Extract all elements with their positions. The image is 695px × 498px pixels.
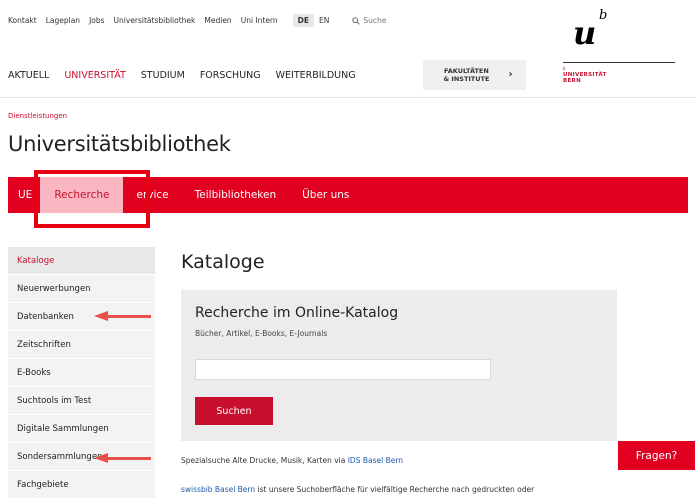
swissbib-text: swissbib Basel Bern ist unsere Suchoberf… xyxy=(181,485,534,494)
faculties-label-line1: FAKULTÄTEN xyxy=(444,67,489,75)
swissbib-link[interactable]: swissbib Basel Bern xyxy=(181,485,255,494)
sidebar-item-e-books[interactable]: E-Books xyxy=(8,359,155,387)
lang-de[interactable]: DE xyxy=(292,14,314,27)
sub-nav-ueber-uns[interactable]: Über uns xyxy=(289,177,362,213)
logo-u: u xyxy=(573,14,597,52)
university-logo[interactable]: u b b UNIVERSITÄT BERN xyxy=(563,4,678,88)
content-title: Kataloge xyxy=(181,251,265,273)
search-icon xyxy=(352,16,361,25)
annotation-arrow-datenbanken xyxy=(94,311,154,321)
top-link-jobs[interactable]: Jobs xyxy=(89,16,104,25)
sub-nav-teilbibliotheken[interactable]: Teilbibliotheken xyxy=(182,177,289,213)
logo-small-b: b xyxy=(563,66,566,71)
site-search xyxy=(352,16,444,25)
faculties-label: FAKULTÄTEN & INSTITUTE xyxy=(436,67,496,83)
main-nav-weiterbildung[interactable]: WEITERBILDUNG xyxy=(276,70,356,81)
main-navigation: AKTUELL UNIVERSITÄT STUDIUM FORSCHUNG WE… xyxy=(8,70,371,81)
main-nav-studium[interactable]: STUDIUM xyxy=(141,70,185,81)
sidebar-item-neuerwerbungen[interactable]: Neuerwerbungen xyxy=(8,275,155,303)
top-link-kontakt[interactable]: Kontakt xyxy=(8,16,37,25)
faculties-button[interactable]: FAKULTÄTEN & INSTITUTE › xyxy=(423,60,526,90)
nav-divider xyxy=(0,97,695,98)
help-button[interactable]: Fragen? xyxy=(618,441,695,470)
catalog-search-panel: Recherche im Online-Katalog Bücher, Arti… xyxy=(181,290,617,441)
sidebar-item-fachgebiete[interactable]: Fachgebiete xyxy=(8,471,155,498)
panel-subtitle: Bücher, Artikel, E-Books, E-Journals xyxy=(195,329,328,338)
sidebar-item-digitale-sammlungen[interactable]: Digitale Sammlungen xyxy=(8,415,155,443)
main-nav-universitaet[interactable]: UNIVERSITÄT xyxy=(64,70,125,81)
ids-basel-bern-link[interactable]: IDS Basel Bern xyxy=(348,456,403,465)
special-search-label: Spezialsuche Alte Drucke, Musik, Karten … xyxy=(181,456,348,465)
language-switcher: DE EN xyxy=(292,14,335,27)
faculties-label-line2: & INSTITUTE xyxy=(443,75,490,83)
catalog-search-input[interactable] xyxy=(195,359,491,380)
sidebar-item-suchtools-im-test[interactable]: Suchtools im Test xyxy=(8,387,155,415)
top-link-uni-intern[interactable]: Uni Intern xyxy=(241,16,278,25)
main-nav-aktuell[interactable]: AKTUELL xyxy=(8,70,49,81)
logo-b: b xyxy=(599,8,608,23)
search-input[interactable] xyxy=(363,16,444,25)
logo-divider xyxy=(563,62,675,63)
top-link-medien[interactable]: Medien xyxy=(204,16,231,25)
swissbib-description: ist unsere Suchoberfläche für vielfältig… xyxy=(255,485,535,494)
chevron-right-icon: › xyxy=(508,69,513,80)
panel-title: Recherche im Online-Katalog xyxy=(195,305,399,321)
special-search-text: Spezialsuche Alte Drucke, Musik, Karten … xyxy=(181,456,403,465)
breadcrumb[interactable]: Dienstleistungen xyxy=(8,112,67,120)
sidebar-item-zeitschriften[interactable]: Zeitschriften xyxy=(8,331,155,359)
annotation-highlight-box xyxy=(34,170,150,228)
top-link-universitaetsbibliothek[interactable]: Universitätsbibliothek xyxy=(114,16,196,25)
search-button[interactable]: Suchen xyxy=(195,397,273,425)
arrow-shaft xyxy=(106,315,151,318)
lang-en[interactable]: EN xyxy=(314,14,334,27)
sidebar-item-kataloge[interactable]: Kataloge xyxy=(8,247,155,275)
page-title: Universitätsbibliothek xyxy=(8,132,231,156)
top-link-lageplan[interactable]: Lageplan xyxy=(46,16,80,25)
logo-wordmark-line2: BERN xyxy=(563,78,581,84)
logo-wordmark: UNIVERSITÄT BERN xyxy=(563,72,607,84)
arrow-shaft xyxy=(106,457,151,460)
top-utility-bar: Kontakt Lageplan Jobs Universitätsbiblio… xyxy=(8,14,444,27)
main-nav-forschung[interactable]: FORSCHUNG xyxy=(200,70,261,81)
annotation-arrow-fachgebiete xyxy=(94,453,154,463)
